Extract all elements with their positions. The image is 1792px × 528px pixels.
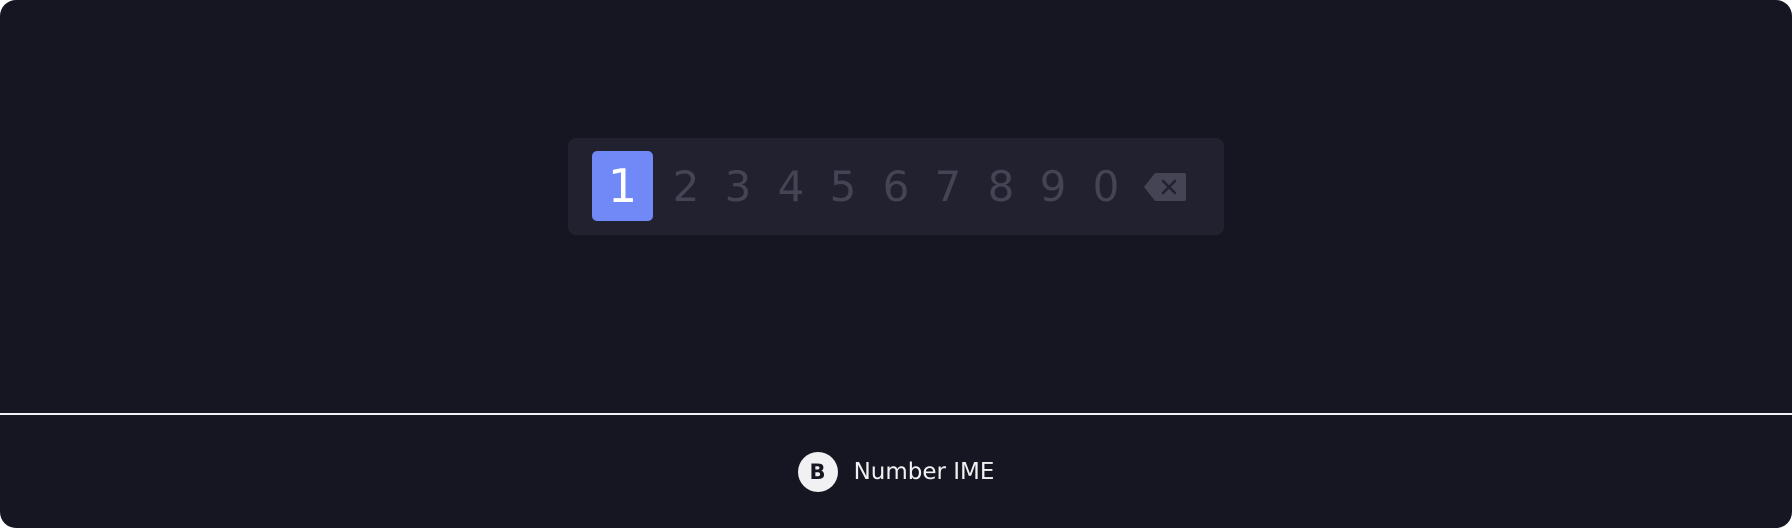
legend: B Number IME [0, 415, 1792, 528]
key-0[interactable]: 0 [1080, 151, 1132, 221]
key-3[interactable]: 3 [712, 151, 764, 221]
backspace-icon-graphic [1144, 173, 1186, 201]
number-ime-bar: 1 2 3 4 5 6 7 8 9 0 [568, 138, 1224, 235]
legend-label: Number IME [853, 458, 995, 485]
key-8[interactable]: 8 [975, 151, 1027, 221]
key-2[interactable]: 2 [660, 151, 712, 221]
key-1[interactable]: 1 [592, 151, 653, 221]
key-9[interactable]: 9 [1027, 151, 1079, 221]
key-4[interactable]: 4 [765, 151, 817, 221]
key-5[interactable]: 5 [817, 151, 869, 221]
backspace-icon[interactable] [1143, 172, 1187, 202]
screenshot-frame: 1 2 3 4 5 6 7 8 9 0 B Number IME [0, 0, 1792, 528]
preview-area: 1 2 3 4 5 6 7 8 9 0 [0, 0, 1792, 413]
key-7[interactable]: 7 [922, 151, 974, 221]
legend-badge: B [797, 451, 838, 492]
key-6[interactable]: 6 [870, 151, 922, 221]
